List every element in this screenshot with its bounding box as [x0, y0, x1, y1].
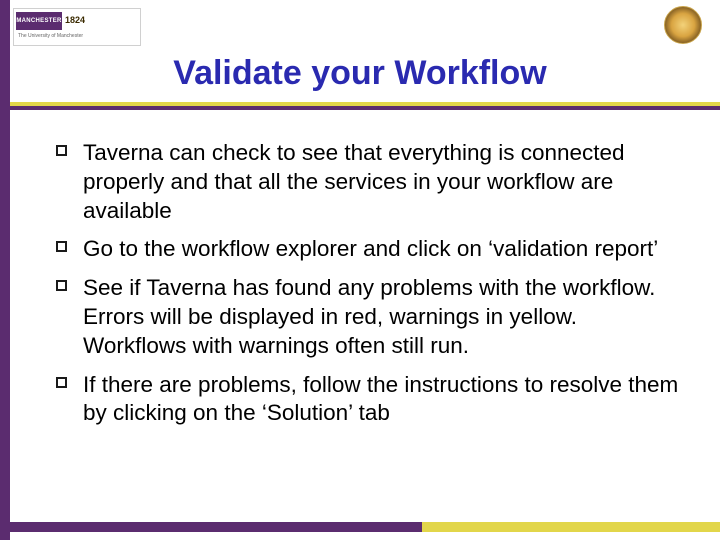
- list-item: See if Taverna has found any problems wi…: [56, 274, 684, 360]
- list-item: If there are problems, follow the instru…: [56, 371, 684, 429]
- bullet-icon: [56, 241, 67, 252]
- seal-icon: [664, 6, 702, 44]
- list-item: Go to the workflow explorer and click on…: [56, 235, 684, 264]
- bullet-icon: [56, 145, 67, 156]
- list-item-text: See if Taverna has found any problems wi…: [83, 274, 684, 360]
- list-item-text: Go to the workflow explorer and click on…: [83, 235, 658, 264]
- slide: MANCHESTER 1824 The University of Manche…: [0, 0, 720, 540]
- content-area: Taverna can check to see that everything…: [56, 135, 684, 438]
- logo-badge-text: MANCHESTER: [16, 18, 61, 24]
- footer-bar-yellow: [10, 522, 720, 532]
- list-item-text: Taverna can check to see that everything…: [83, 139, 684, 225]
- slide-title: Validate your Workflow: [0, 54, 720, 93]
- logo-year: 1824: [65, 15, 85, 25]
- logo-subtitle: The University of Manchester: [18, 33, 140, 39]
- divider-purple: [10, 106, 720, 110]
- university-logo: MANCHESTER 1824 The University of Manche…: [13, 8, 141, 46]
- logo-badge: MANCHESTER: [16, 12, 62, 30]
- footer-bar-purple: [10, 522, 422, 532]
- bullet-icon: [56, 377, 67, 388]
- bullet-icon: [56, 280, 67, 291]
- list-item-text: If there are problems, follow the instru…: [83, 371, 684, 429]
- logo-top-row: MANCHESTER 1824: [14, 9, 140, 31]
- list-item: Taverna can check to see that everything…: [56, 139, 684, 225]
